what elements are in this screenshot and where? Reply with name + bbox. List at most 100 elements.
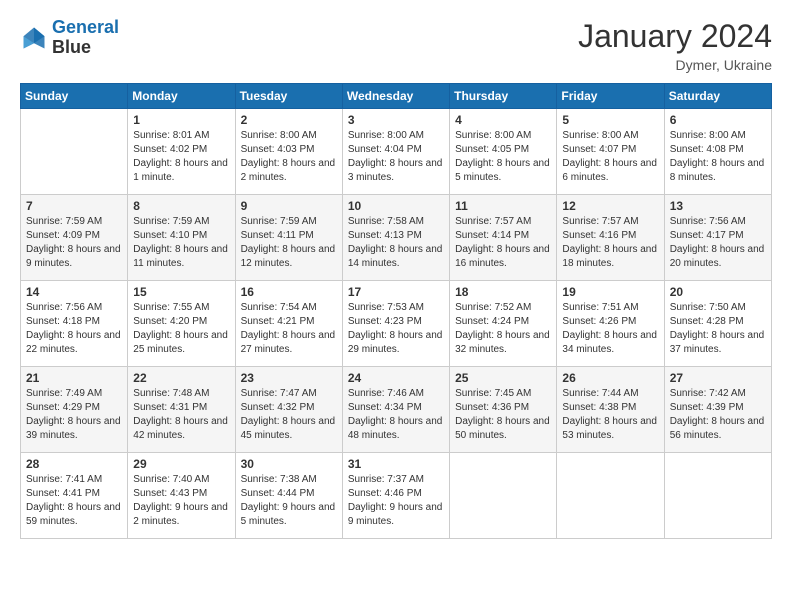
table-row <box>557 453 664 539</box>
cell-daylight: Daylight: 8 hours and 37 minutes. <box>670 330 765 355</box>
table-row: 28 Sunrise: 7:41 AM Sunset: 4:41 PM Dayl… <box>21 453 128 539</box>
cell-date: 25 <box>455 371 551 385</box>
cell-daylight: Daylight: 8 hours and 25 minutes. <box>133 330 228 355</box>
cell-date: 4 <box>455 113 551 127</box>
cell-sunset: Sunset: 4:16 PM <box>562 230 636 241</box>
table-row: 11 Sunrise: 7:57 AM Sunset: 4:14 PM Dayl… <box>450 195 557 281</box>
calendar: Sunday Monday Tuesday Wednesday Thursday… <box>20 83 772 539</box>
calendar-week-row: 28 Sunrise: 7:41 AM Sunset: 4:41 PM Dayl… <box>21 453 772 539</box>
cell-daylight: Daylight: 9 hours and 9 minutes. <box>348 502 443 527</box>
cell-sunrise: Sunrise: 8:01 AM <box>133 130 209 141</box>
cell-sunrise: Sunrise: 7:59 AM <box>26 216 102 227</box>
calendar-week-row: 1 Sunrise: 8:01 AM Sunset: 4:02 PM Dayli… <box>21 109 772 195</box>
cell-sunset: Sunset: 4:14 PM <box>455 230 529 241</box>
cell-date: 17 <box>348 285 444 299</box>
cell-sunrise: Sunrise: 8:00 AM <box>670 130 746 141</box>
cell-sunset: Sunset: 4:08 PM <box>670 144 744 155</box>
cell-sunset: Sunset: 4:41 PM <box>26 488 100 499</box>
cell-daylight: Daylight: 8 hours and 14 minutes. <box>348 244 443 269</box>
logo-text: General Blue <box>52 18 119 58</box>
cell-date: 31 <box>348 457 444 471</box>
cell-sunrise: Sunrise: 7:38 AM <box>241 474 317 485</box>
cell-sunrise: Sunrise: 7:57 AM <box>562 216 638 227</box>
day-header-monday: Monday <box>128 84 235 109</box>
cell-daylight: Daylight: 8 hours and 39 minutes. <box>26 416 121 441</box>
table-row: 18 Sunrise: 7:52 AM Sunset: 4:24 PM Dayl… <box>450 281 557 367</box>
cell-daylight: Daylight: 8 hours and 5 minutes. <box>455 158 550 183</box>
cell-sunset: Sunset: 4:24 PM <box>455 316 529 327</box>
cell-sunrise: Sunrise: 7:42 AM <box>670 388 746 399</box>
cell-date: 6 <box>670 113 766 127</box>
table-row: 19 Sunrise: 7:51 AM Sunset: 4:26 PM Dayl… <box>557 281 664 367</box>
cell-daylight: Daylight: 8 hours and 11 minutes. <box>133 244 228 269</box>
cell-sunset: Sunset: 4:07 PM <box>562 144 636 155</box>
cell-sunset: Sunset: 4:43 PM <box>133 488 207 499</box>
cell-date: 8 <box>133 199 229 213</box>
cell-daylight: Daylight: 8 hours and 29 minutes. <box>348 330 443 355</box>
cell-sunset: Sunset: 4:26 PM <box>562 316 636 327</box>
table-row: 27 Sunrise: 7:42 AM Sunset: 4:39 PM Dayl… <box>664 367 771 453</box>
cell-daylight: Daylight: 8 hours and 1 minute. <box>133 158 228 183</box>
cell-sunset: Sunset: 4:31 PM <box>133 402 207 413</box>
cell-sunset: Sunset: 4:29 PM <box>26 402 100 413</box>
cell-date: 29 <box>133 457 229 471</box>
cell-daylight: Daylight: 9 hours and 5 minutes. <box>241 502 336 527</box>
table-row: 20 Sunrise: 7:50 AM Sunset: 4:28 PM Dayl… <box>664 281 771 367</box>
calendar-week-row: 14 Sunrise: 7:56 AM Sunset: 4:18 PM Dayl… <box>21 281 772 367</box>
cell-date: 16 <box>241 285 337 299</box>
cell-sunrise: Sunrise: 7:52 AM <box>455 302 531 313</box>
cell-sunset: Sunset: 4:44 PM <box>241 488 315 499</box>
page: General Blue January 2024 Dymer, Ukraine… <box>0 0 792 612</box>
cell-date: 15 <box>133 285 229 299</box>
table-row: 22 Sunrise: 7:48 AM Sunset: 4:31 PM Dayl… <box>128 367 235 453</box>
cell-daylight: Daylight: 8 hours and 34 minutes. <box>562 330 657 355</box>
table-row: 10 Sunrise: 7:58 AM Sunset: 4:13 PM Dayl… <box>342 195 449 281</box>
cell-sunset: Sunset: 4:05 PM <box>455 144 529 155</box>
table-row: 1 Sunrise: 8:01 AM Sunset: 4:02 PM Dayli… <box>128 109 235 195</box>
cell-date: 27 <box>670 371 766 385</box>
cell-sunrise: Sunrise: 7:59 AM <box>241 216 317 227</box>
cell-sunrise: Sunrise: 7:40 AM <box>133 474 209 485</box>
cell-date: 7 <box>26 199 122 213</box>
table-row <box>664 453 771 539</box>
cell-sunset: Sunset: 4:38 PM <box>562 402 636 413</box>
cell-date: 13 <box>670 199 766 213</box>
table-row: 8 Sunrise: 7:59 AM Sunset: 4:10 PM Dayli… <box>128 195 235 281</box>
cell-sunset: Sunset: 4:02 PM <box>133 144 207 155</box>
cell-sunset: Sunset: 4:36 PM <box>455 402 529 413</box>
day-header-friday: Friday <box>557 84 664 109</box>
day-header-thursday: Thursday <box>450 84 557 109</box>
table-row: 15 Sunrise: 7:55 AM Sunset: 4:20 PM Dayl… <box>128 281 235 367</box>
table-row: 25 Sunrise: 7:45 AM Sunset: 4:36 PM Dayl… <box>450 367 557 453</box>
cell-daylight: Daylight: 8 hours and 53 minutes. <box>562 416 657 441</box>
cell-daylight: Daylight: 8 hours and 12 minutes. <box>241 244 336 269</box>
cell-date: 2 <box>241 113 337 127</box>
cell-sunrise: Sunrise: 7:48 AM <box>133 388 209 399</box>
table-row: 2 Sunrise: 8:00 AM Sunset: 4:03 PM Dayli… <box>235 109 342 195</box>
table-row: 13 Sunrise: 7:56 AM Sunset: 4:17 PM Dayl… <box>664 195 771 281</box>
day-header-tuesday: Tuesday <box>235 84 342 109</box>
cell-sunset: Sunset: 4:13 PM <box>348 230 422 241</box>
cell-date: 10 <box>348 199 444 213</box>
cell-sunset: Sunset: 4:39 PM <box>670 402 744 413</box>
cell-daylight: Daylight: 8 hours and 50 minutes. <box>455 416 550 441</box>
cell-sunrise: Sunrise: 7:58 AM <box>348 216 424 227</box>
cell-date: 3 <box>348 113 444 127</box>
logo: General Blue <box>20 18 119 58</box>
table-row: 6 Sunrise: 8:00 AM Sunset: 4:08 PM Dayli… <box>664 109 771 195</box>
logo-line1: General <box>52 17 119 37</box>
cell-daylight: Daylight: 8 hours and 22 minutes. <box>26 330 121 355</box>
cell-sunset: Sunset: 4:17 PM <box>670 230 744 241</box>
cell-daylight: Daylight: 8 hours and 48 minutes. <box>348 416 443 441</box>
cell-sunset: Sunset: 4:11 PM <box>241 230 314 241</box>
cell-sunrise: Sunrise: 8:00 AM <box>562 130 638 141</box>
table-row: 3 Sunrise: 8:00 AM Sunset: 4:04 PM Dayli… <box>342 109 449 195</box>
cell-sunrise: Sunrise: 8:00 AM <box>241 130 317 141</box>
cell-sunset: Sunset: 4:46 PM <box>348 488 422 499</box>
location: Dymer, Ukraine <box>578 57 772 73</box>
day-header-saturday: Saturday <box>664 84 771 109</box>
cell-daylight: Daylight: 8 hours and 45 minutes. <box>241 416 336 441</box>
day-header-wednesday: Wednesday <box>342 84 449 109</box>
cell-sunrise: Sunrise: 7:56 AM <box>26 302 102 313</box>
cell-date: 1 <box>133 113 229 127</box>
